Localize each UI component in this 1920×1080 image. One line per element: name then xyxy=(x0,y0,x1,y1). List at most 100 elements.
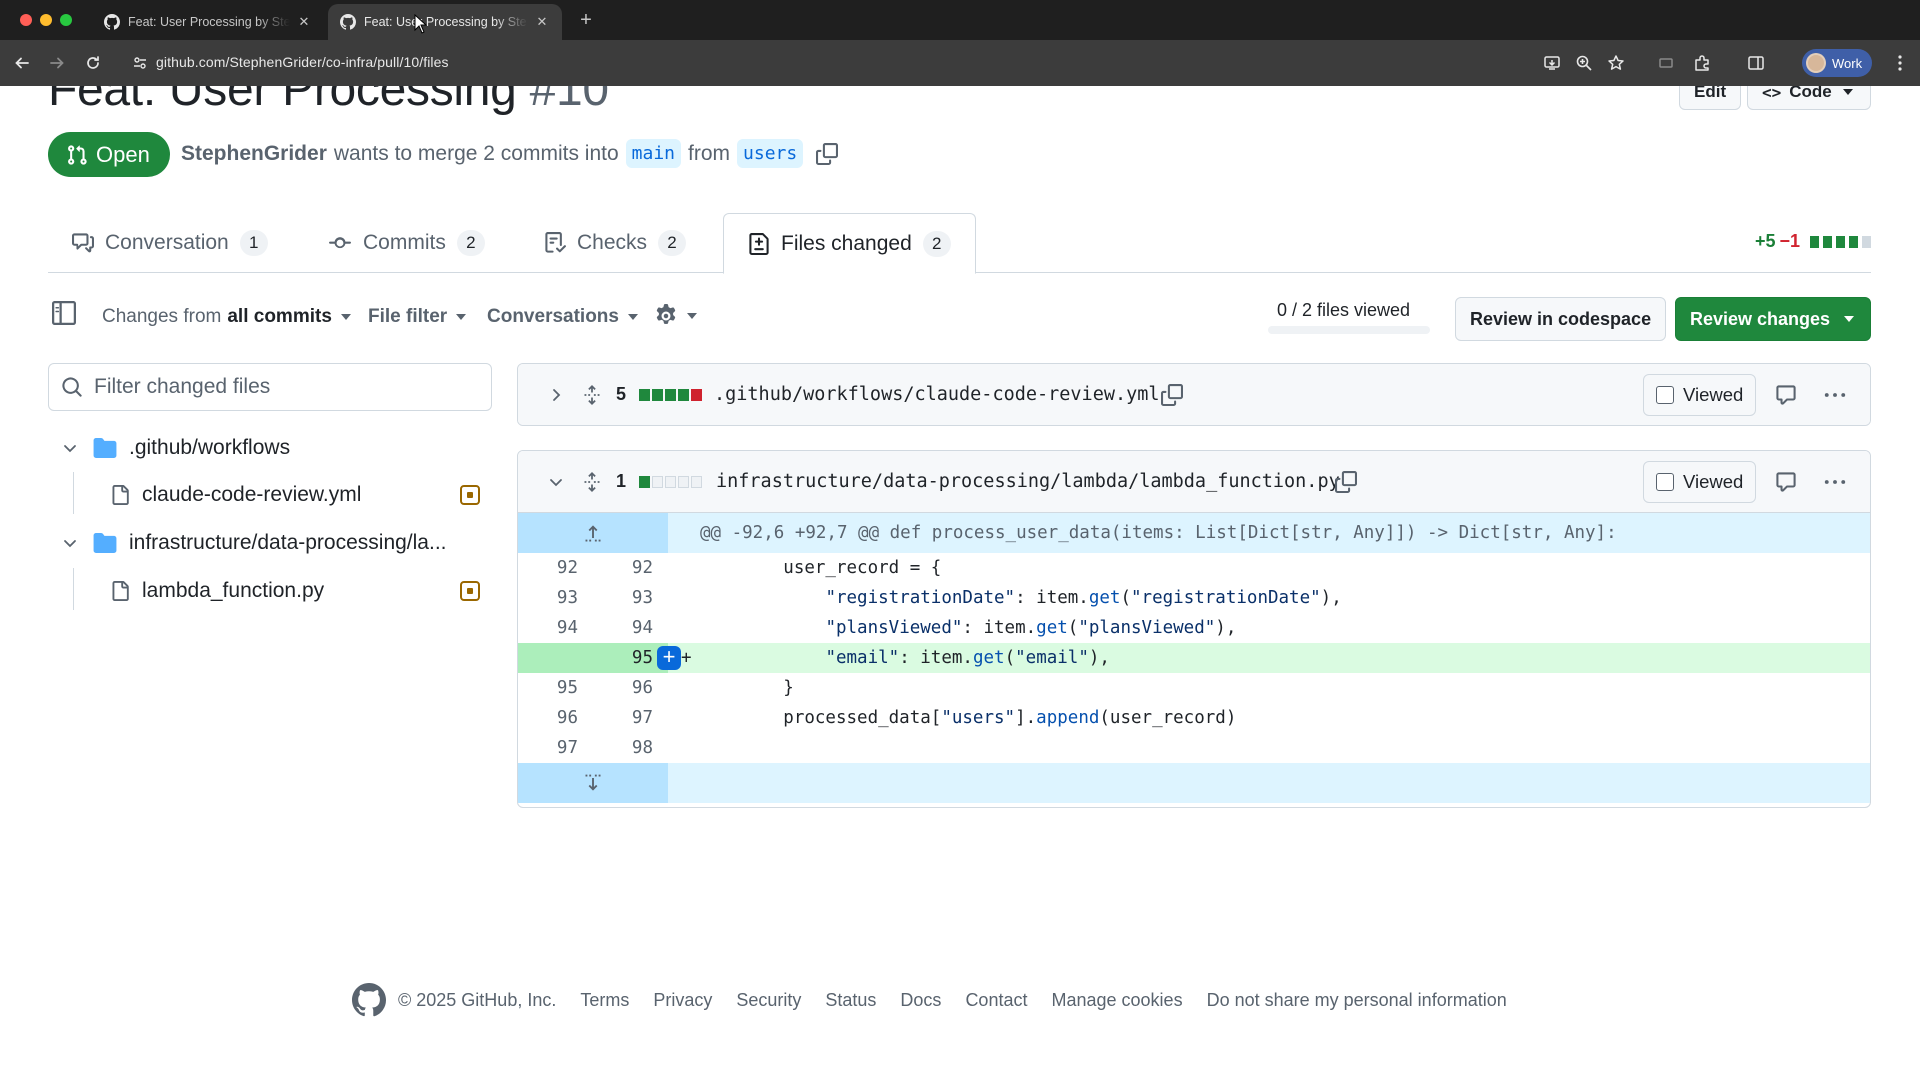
head-branch[interactable]: users xyxy=(737,139,804,168)
bookmark-star-icon[interactable] xyxy=(1604,51,1628,75)
expand-up-icon[interactable] xyxy=(518,513,668,553)
sidebar-toggle-icon[interactable] xyxy=(52,300,76,331)
copy-icon[interactable] xyxy=(816,142,839,165)
diff-change-count: 1 xyxy=(616,471,627,491)
review-changes-button[interactable]: Review changes xyxy=(1675,297,1871,341)
profile-button[interactable]: Work xyxy=(1802,49,1873,77)
copy-icon[interactable] xyxy=(1335,451,1357,512)
install-app-icon[interactable] xyxy=(1540,51,1564,75)
conversations-dropdown[interactable]: Conversations xyxy=(487,306,638,328)
tree-folder[interactable]: infrastructure/data-processing/la... xyxy=(48,521,492,565)
file-filter-dropdown[interactable]: File filter xyxy=(368,306,467,328)
diff-line: 96 97 processed_data["users"].append(use… xyxy=(518,703,1870,733)
footer-link-privacy[interactable]: Privacy xyxy=(653,990,712,1011)
add-line-comment-button[interactable]: + xyxy=(657,646,681,670)
merge-text-from: from xyxy=(688,141,731,165)
diff-file-path[interactable]: infrastructure/data-processing/lambda/la… xyxy=(716,451,1340,512)
copy-icon[interactable] xyxy=(1161,364,1183,425)
chevron-down-icon xyxy=(1844,316,1855,322)
expand-chevron-icon[interactable] xyxy=(548,364,564,425)
window-zoom-dot[interactable] xyxy=(60,14,72,26)
browser-tab[interactable]: Feat: User Processing by StephenGrider ·… xyxy=(92,4,324,40)
file-filter-field[interactable] xyxy=(48,363,492,411)
footer-link-terms[interactable]: Terms xyxy=(580,990,629,1011)
new-line-number[interactable]: 93 xyxy=(593,583,653,613)
site-info-icon[interactable] xyxy=(132,55,148,71)
tab-files-changed[interactable]: Files changed 2 xyxy=(723,213,976,274)
url-text[interactable]: github.com/StephenGrider/co-infra/pull/1… xyxy=(156,54,449,70)
new-line-number[interactable]: 98 xyxy=(593,733,653,763)
viewed-checkbox[interactable] xyxy=(1656,386,1674,404)
unfold-icon[interactable] xyxy=(582,364,602,425)
page-title: Feat: User Processing #10 xyxy=(48,86,609,117)
file-filter-input[interactable] xyxy=(94,375,454,399)
cast-icon[interactable] xyxy=(1654,51,1678,75)
diff-file-path[interactable]: .github/workflows/claude-code-review.yml xyxy=(714,364,1160,425)
file-diff-icon xyxy=(749,232,769,255)
comment-icon[interactable] xyxy=(1775,451,1797,512)
tree-file[interactable]: claude-code-review.yml xyxy=(48,473,492,517)
kebab-menu-icon[interactable] xyxy=(1823,451,1847,512)
footer-link-security[interactable]: Security xyxy=(736,990,801,1011)
window-close-dot[interactable] xyxy=(20,14,32,26)
base-branch[interactable]: main xyxy=(625,139,682,168)
pr-author-link[interactable]: StephenGrider xyxy=(181,142,327,166)
footer-link-manage-cookies[interactable]: Manage cookies xyxy=(1051,990,1182,1011)
extensions-icon[interactable] xyxy=(1690,51,1714,75)
tab-checks[interactable]: Checks 2 xyxy=(520,213,710,273)
reload-icon[interactable] xyxy=(81,51,105,75)
kebab-menu-icon[interactable] xyxy=(1823,364,1847,425)
new-line-number[interactable]: 92 xyxy=(593,553,653,583)
tab-conversation[interactable]: Conversation 1 xyxy=(48,213,292,273)
new-line-number[interactable]: 96 xyxy=(593,673,653,703)
chevron-down-icon xyxy=(64,540,76,548)
viewed-toggle[interactable]: Viewed xyxy=(1643,461,1757,503)
diff-settings-button[interactable] xyxy=(654,304,697,328)
browser-tab-active[interactable]: Feat: User Processing by StephenGrider ·… xyxy=(328,4,562,40)
tab-commits[interactable]: Commits 2 xyxy=(304,213,509,273)
browser-menu-icon[interactable] xyxy=(1888,51,1912,75)
tab-close-icon[interactable]: ✕ xyxy=(296,14,312,30)
edit-button[interactable]: Edit xyxy=(1679,86,1742,110)
browser-tab-title: Feat: User Processing by StephenGrider ·… xyxy=(364,15,528,29)
profile-avatar xyxy=(1806,53,1826,73)
changes-from-dropdown[interactable]: Changes from all commits xyxy=(102,306,351,328)
review-in-codespace-button[interactable]: Review in codespace xyxy=(1455,297,1667,341)
expand-down-icon[interactable] xyxy=(518,763,668,803)
viewed-checkbox[interactable] xyxy=(1656,473,1674,491)
forward-icon[interactable] xyxy=(45,51,69,75)
new-line-number[interactable]: 94 xyxy=(593,613,653,643)
side-panel-icon[interactable] xyxy=(1744,51,1768,75)
new-line-number[interactable]: 95 xyxy=(593,643,653,673)
old-line-number[interactable]: 97 xyxy=(518,733,578,763)
comment-icon[interactable] xyxy=(1775,364,1797,425)
old-line-number[interactable]: 93 xyxy=(518,583,578,613)
old-line-number[interactable]: 96 xyxy=(518,703,578,733)
back-icon[interactable] xyxy=(10,51,34,75)
code-button[interactable]: <> Code xyxy=(1747,86,1871,110)
old-line-number[interactable]: 92 xyxy=(518,553,578,583)
tab-close-icon[interactable]: ✕ xyxy=(534,14,550,30)
tree-folder[interactable]: .github/workflows xyxy=(48,426,492,470)
new-tab-icon[interactable]: + xyxy=(574,8,598,32)
window-minimize-dot[interactable] xyxy=(40,14,52,26)
new-line-number[interactable]: 97 xyxy=(593,703,653,733)
footer-link-do-not-share[interactable]: Do not share my personal information xyxy=(1207,990,1507,1011)
footer-link-docs[interactable]: Docs xyxy=(900,990,941,1011)
viewed-toggle[interactable]: Viewed xyxy=(1643,374,1757,416)
old-line-number[interactable]: 94 xyxy=(518,613,578,643)
hunk-header: @@ -92,6 +92,7 @@ def process_user_data(… xyxy=(518,513,1870,553)
chevron-down-icon xyxy=(64,445,76,453)
diffstat-block xyxy=(665,388,676,401)
unfold-icon[interactable] xyxy=(582,451,602,512)
footer-link-status[interactable]: Status xyxy=(825,990,876,1011)
old-line-number[interactable]: 95 xyxy=(518,673,578,703)
github-logo-icon[interactable] xyxy=(352,983,386,1017)
tree-file[interactable]: lambda_function.py xyxy=(48,569,492,613)
hunk-footer xyxy=(518,763,1870,803)
footer-link-contact[interactable]: Contact xyxy=(965,990,1027,1011)
pr-state-badge: Open xyxy=(48,132,170,177)
collapse-chevron-icon[interactable] xyxy=(548,451,564,512)
zoom-icon[interactable] xyxy=(1572,51,1596,75)
tab-count: 2 xyxy=(922,230,951,257)
